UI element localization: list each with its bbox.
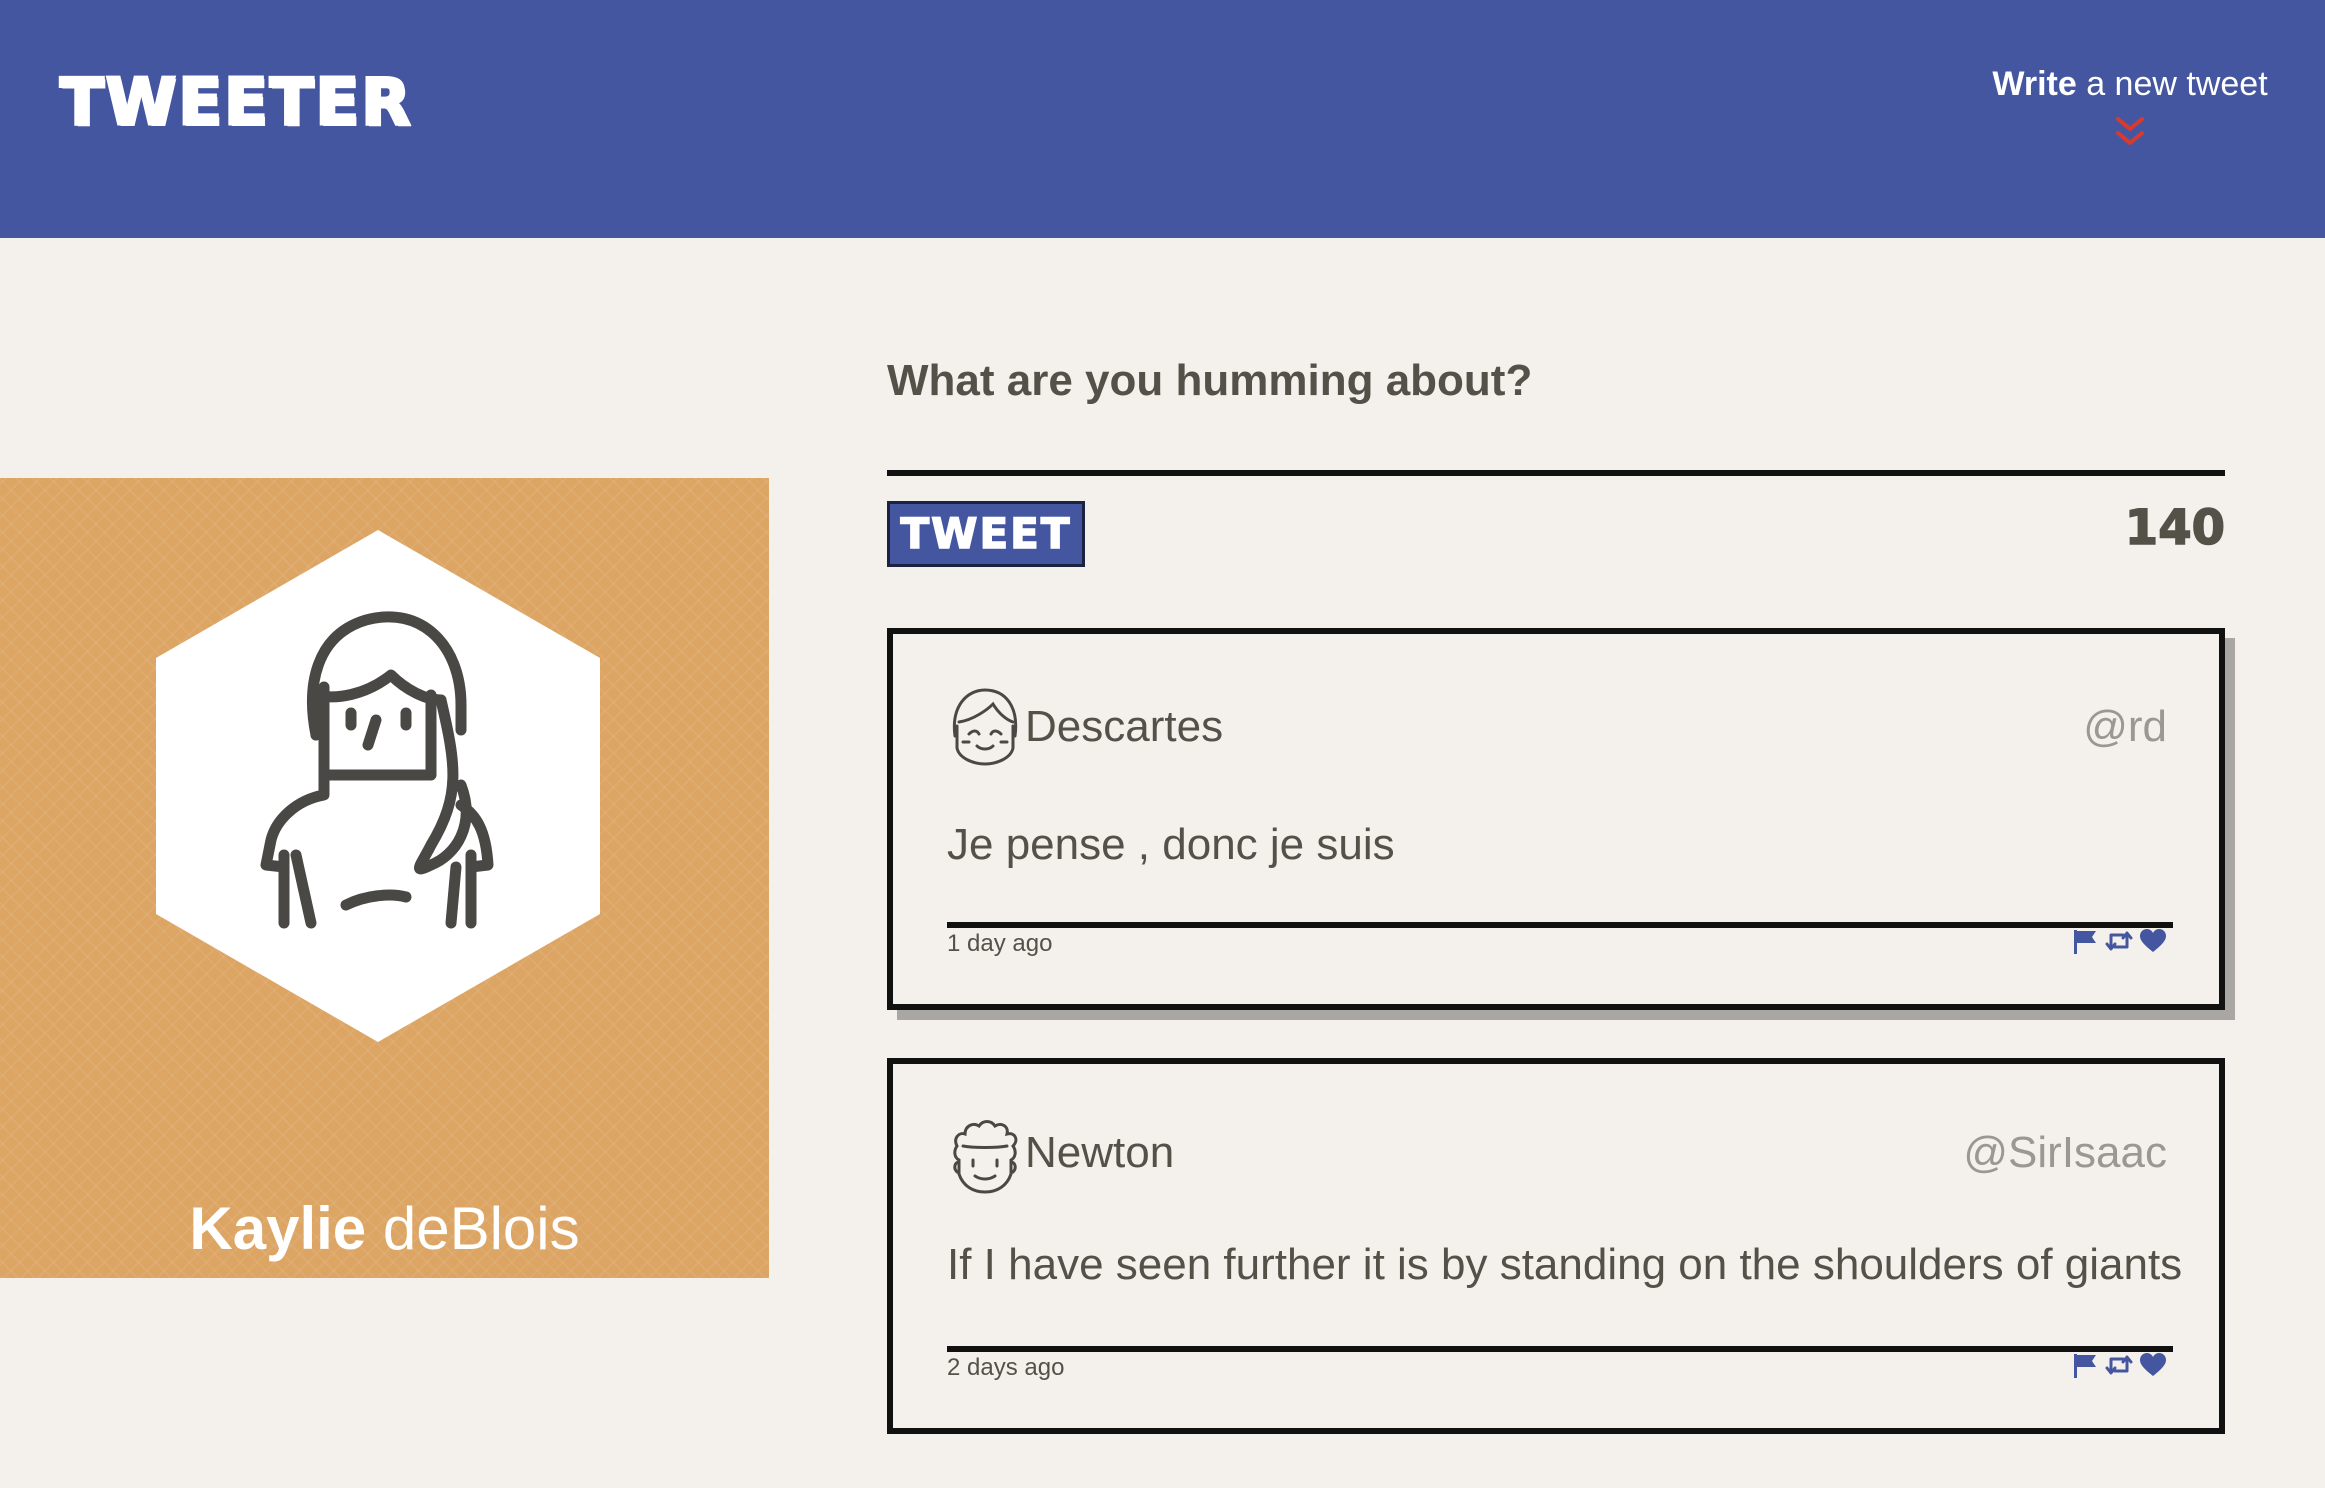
girl-avatar-icon — [952, 688, 1018, 766]
composer-textarea-underline[interactable] — [887, 470, 2225, 476]
tweet-submit-button[interactable]: TWEET — [887, 501, 1085, 567]
avatar — [156, 530, 600, 1042]
compose-toggle-text: a new tweet — [2076, 65, 2268, 103]
profile-card: Kaylie deBlois — [0, 478, 769, 1278]
tweet-divider — [947, 922, 2173, 928]
flag-icon[interactable] — [2071, 1352, 2099, 1378]
tweet-actions — [2071, 928, 2167, 954]
tweet-timestamp: 1 day ago — [947, 930, 1053, 957]
tweet-handle[interactable]: @rd — [2083, 702, 2167, 752]
nav-bar: TWEETER Write a new tweet — [0, 0, 2325, 238]
tweet-handle[interactable]: @SirIsaac — [1963, 1128, 2167, 1178]
curly-hair-man-avatar-icon — [953, 1120, 1018, 1194]
double-chevron-down-icon[interactable] — [2112, 115, 2148, 149]
tweet-card[interactable]: Descartes @rd Je pense , donc je suis 1 … — [887, 628, 2225, 1010]
tweet-content: If I have seen further it is by standing… — [947, 1240, 2183, 1289]
composer-prompt[interactable]: What are you humming about? — [887, 356, 1532, 406]
flag-icon[interactable] — [2071, 928, 2099, 954]
tweet-actions — [2071, 1352, 2167, 1378]
profile-last-name: deBlois — [366, 1195, 580, 1262]
profile-first-name: Kaylie — [189, 1195, 367, 1262]
write-new-tweet-toggle[interactable]: Write a new tweet — [1980, 65, 2280, 155]
woman-avatar-icon — [260, 611, 494, 929]
tweet-card[interactable]: Newton @SirIsaac If I have seen further … — [887, 1058, 2225, 1434]
character-counter: 140 — [2124, 499, 2226, 557]
heart-icon[interactable] — [2139, 928, 2167, 954]
tweet-divider — [947, 1346, 2173, 1352]
brand-logo[interactable]: TWEETER — [58, 65, 412, 142]
profile-name: Kaylie deBlois — [0, 1194, 769, 1263]
compose-toggle-bold: Write — [1992, 65, 2077, 103]
tweet-author[interactable]: Newton — [1025, 1128, 1174, 1178]
tweet-timestamp: 2 days ago — [947, 1354, 1065, 1381]
tweet-content: Je pense , donc je suis — [947, 820, 1395, 869]
retweet-icon[interactable] — [2105, 1352, 2133, 1378]
heart-icon[interactable] — [2139, 1352, 2167, 1378]
retweet-icon[interactable] — [2105, 928, 2133, 954]
tweet-author[interactable]: Descartes — [1025, 702, 1223, 752]
